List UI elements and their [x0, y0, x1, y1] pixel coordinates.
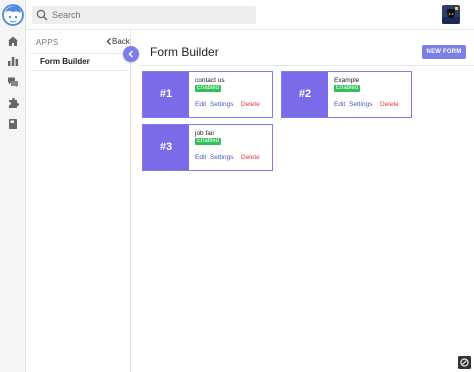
home-icon[interactable]	[7, 35, 19, 47]
form-number[interactable]: #2	[282, 72, 328, 117]
form-name: job fair	[195, 130, 215, 137]
status-badge: Enabled	[195, 138, 222, 145]
form-number[interactable]: #1	[143, 72, 189, 117]
puzzle-icon[interactable]	[7, 97, 19, 109]
form-card: #1 contact us Enabled Edit Settings Dele…	[142, 71, 273, 118]
form-number[interactable]: #3	[143, 125, 189, 170]
collapse-sidebar-button[interactable]	[123, 46, 139, 62]
chat-icon[interactable]	[7, 76, 19, 88]
settings-link[interactable]: Settings	[349, 101, 373, 108]
logo-icon[interactable]	[2, 3, 24, 27]
user-avatar[interactable]	[442, 5, 460, 24]
edit-link[interactable]: Edit	[195, 154, 206, 161]
delete-link[interactable]: Delete	[241, 154, 260, 161]
back-button[interactable]: Back	[106, 37, 130, 46]
apps-item-form-builder[interactable]: Form Builder	[30, 54, 128, 70]
delete-link[interactable]: Delete	[380, 101, 399, 108]
status-badge: Enabled	[195, 85, 222, 92]
status-badge: Enabled	[334, 85, 361, 92]
top-bar	[26, 0, 474, 30]
search-box[interactable]	[32, 6, 256, 24]
book-icon[interactable]	[7, 118, 19, 130]
search-icon	[36, 9, 48, 21]
bar-chart-icon[interactable]	[7, 55, 19, 67]
form-card: #3 job fair Enabled Edit Settings Delete	[142, 124, 273, 171]
settings-badge-icon[interactable]	[458, 356, 471, 369]
settings-link[interactable]: Settings	[210, 101, 234, 108]
divider	[30, 70, 128, 71]
edit-link[interactable]: Edit	[195, 101, 206, 108]
apps-panel: APPS Back Form Builder	[26, 30, 131, 372]
new-form-button[interactable]: NEW FORM	[422, 45, 466, 59]
divider	[141, 65, 474, 66]
page-title: Form Builder	[150, 45, 219, 59]
form-name: contact us	[195, 77, 225, 84]
search-input[interactable]	[52, 8, 248, 22]
settings-link[interactable]: Settings	[210, 154, 234, 161]
chevron-left-icon	[128, 50, 133, 58]
apps-title: APPS	[36, 38, 59, 47]
form-name: Example	[334, 77, 360, 84]
icon-rail	[0, 0, 26, 372]
delete-link[interactable]: Delete	[241, 101, 260, 108]
form-card: #2 Example Enabled Edit Settings Delete	[281, 71, 412, 118]
edit-link[interactable]: Edit	[334, 101, 345, 108]
back-label: Back	[112, 37, 130, 46]
